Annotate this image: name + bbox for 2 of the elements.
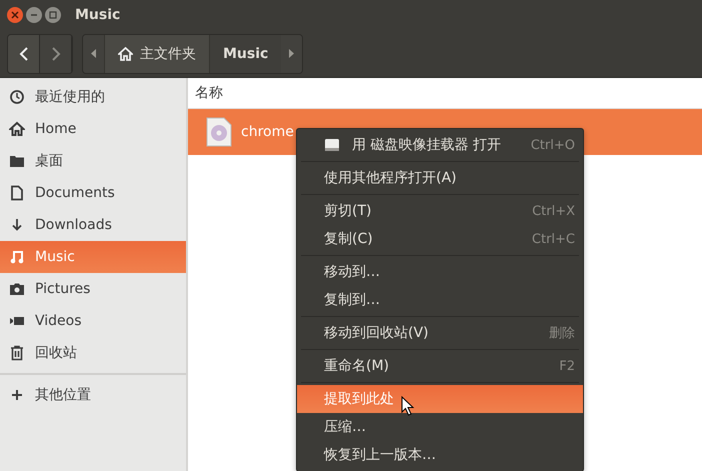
file-name: chrome [241,124,294,140]
window-title: Music [75,7,120,23]
